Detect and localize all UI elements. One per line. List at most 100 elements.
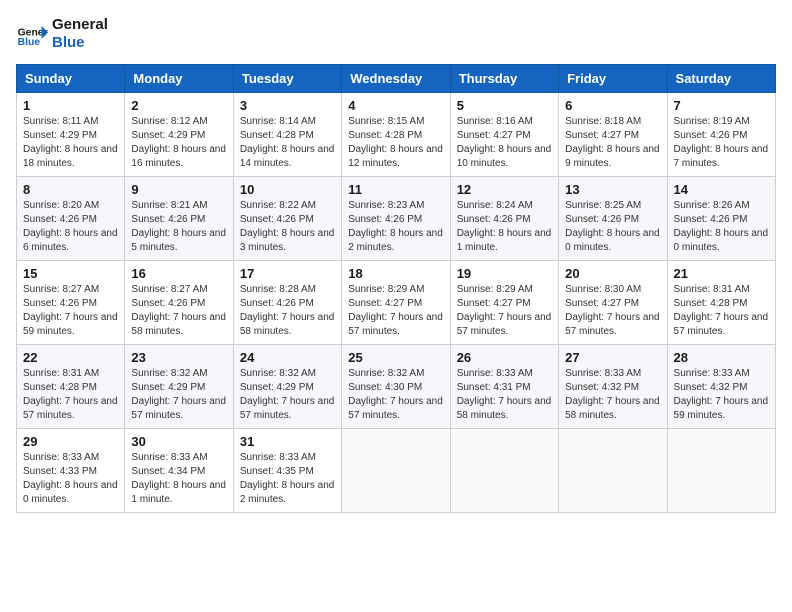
cell-text: Sunrise: 8:20 AMSunset: 4:26 PMDaylight:… [23,199,118,255]
calendar-cell: 9 Sunrise: 8:21 AMSunset: 4:26 PMDaylight… [125,177,233,261]
day-number: 10 [240,182,335,197]
calendar-cell: 3Sunrise: 8:14 AMSunset: 4:28 PMDaylight… [233,93,341,177]
day-number: 31 [240,434,335,449]
calendar-cell: 5 Sunrise: 8:16 AMSunset: 4:27 PMDaylight… [450,93,558,177]
day-number: 5 [457,98,552,113]
day-number: 30 [131,434,226,449]
day-number: 14 [674,182,769,197]
calendar-cell: 30 Sunrise: 8:33 AMSunset: 4:34 PMDayligh… [125,429,233,513]
cell-text: Sunrise: 8:33 AMSunset: 4:31 PMDaylight:… [457,367,552,423]
cell-text: Sunrise: 8:32 AMSunset: 4:30 PMDaylight:… [348,367,443,423]
logo-icon: General Blue [16,18,48,50]
calendar-cell: 19 Sunrise: 8:29 AMSunset: 4:27 PMDayligh… [450,261,558,345]
calendar-cell: 24Sunrise: 8:32 AMSunset: 4:29 PMDayligh… [233,345,341,429]
cell-text: Sunrise: 8:23 AMSunset: 4:26 PMDaylight:… [348,199,443,255]
calendar-cell: 23Sunrise: 8:32 AMSunset: 4:29 PMDayligh… [125,345,233,429]
calendar-week-4: 22 Sunrise: 8:31 AMSunset: 4:28 PMDayligh… [17,345,776,429]
cell-text: Sunrise: 8:31 AMSunset: 4:28 PMDaylight:… [23,367,118,423]
calendar-cell: 28 Sunrise: 8:33 AMSunset: 4:32 PMDayligh… [667,345,775,429]
logo: General Blue General Blue [16,16,108,52]
cell-text: Sunrise: 8:26 AMSunset: 4:26 PMDaylight:… [674,199,769,255]
day-number: 4 [348,98,443,113]
cell-text: Sunrise: 8:15 AMSunset: 4:28 PMDaylight:… [348,115,443,171]
cell-text: Sunrise: 8:33 AMSunset: 4:33 PMDaylight:… [23,451,118,507]
calendar-cell: 18 Sunrise: 8:29 AMSunset: 4:27 PMDayligh… [342,261,450,345]
day-number: 11 [348,182,443,197]
calendar-cell: 20 Sunrise: 8:30 AMSunset: 4:27 PMDayligh… [559,261,667,345]
day-number: 17 [240,266,335,281]
cell-text: Sunrise: 8:19 AMSunset: 4:26 PMDaylight:… [674,115,769,171]
calendar-cell: 16 Sunrise: 8:27 AMSunset: 4:26 PMDayligh… [125,261,233,345]
day-header-saturday: Saturday [667,65,775,93]
day-header-thursday: Thursday [450,65,558,93]
day-number: 2 [131,98,226,113]
cell-text: Sunrise: 8:21 AMSunset: 4:26 PMDaylight:… [131,199,226,255]
cell-text: Sunrise: 8:33 AMSunset: 4:35 PMDaylight:… [240,451,335,507]
calendar-cell [342,429,450,513]
calendar-cell [559,429,667,513]
logo-general: General [52,16,108,34]
calendar-cell: 11 Sunrise: 8:23 AMSunset: 4:26 PMDayligh… [342,177,450,261]
calendar-week-1: 1 Sunrise: 8:11 AMSunset: 4:29 PMDaylight… [17,93,776,177]
day-number: 7 [674,98,769,113]
calendar-week-3: 15 Sunrise: 8:27 AMSunset: 4:26 PMDayligh… [17,261,776,345]
day-number: 8 [23,182,118,197]
calendar-cell: 21Sunrise: 8:31 AMSunset: 4:28 PMDayligh… [667,261,775,345]
day-header-tuesday: Tuesday [233,65,341,93]
day-header-friday: Friday [559,65,667,93]
day-number: 25 [348,350,443,365]
day-number: 15 [23,266,118,281]
cell-text: Sunrise: 8:24 AMSunset: 4:26 PMDaylight:… [457,199,552,255]
cell-text: Sunrise: 8:32 AMSunset: 4:29 PMDaylight:… [131,367,226,423]
cell-text: Sunrise: 8:32 AMSunset: 4:29 PMDaylight:… [240,367,335,423]
cell-text: Sunrise: 8:33 AMSunset: 4:32 PMDaylight:… [565,367,660,423]
cell-text: Sunrise: 8:25 AMSunset: 4:26 PMDaylight:… [565,199,660,255]
calendar-cell [450,429,558,513]
cell-text: Sunrise: 8:33 AMSunset: 4:34 PMDaylight:… [131,451,226,507]
day-number: 19 [457,266,552,281]
day-number: 22 [23,350,118,365]
cell-text: Sunrise: 8:16 AMSunset: 4:27 PMDaylight:… [457,115,552,171]
cell-text: Sunrise: 8:29 AMSunset: 4:27 PMDaylight:… [348,283,443,339]
calendar-cell: 15Sunrise: 8:27 AMSunset: 4:26 PMDayligh… [17,261,125,345]
calendar-cell: 31 Sunrise: 8:33 AMSunset: 4:35 PMDayligh… [233,429,341,513]
day-header-wednesday: Wednesday [342,65,450,93]
day-number: 29 [23,434,118,449]
calendar-cell: 14 Sunrise: 8:26 AMSunset: 4:26 PMDayligh… [667,177,775,261]
day-number: 21 [674,266,769,281]
day-number: 26 [457,350,552,365]
calendar-table: SundayMondayTuesdayWednesdayThursdayFrid… [16,64,776,513]
day-number: 6 [565,98,660,113]
calendar-cell: 27 Sunrise: 8:33 AMSunset: 4:32 PMDayligh… [559,345,667,429]
calendar-cell: 8 Sunrise: 8:20 AMSunset: 4:26 PMDaylight… [17,177,125,261]
day-number: 28 [674,350,769,365]
cell-text: Sunrise: 8:14 AMSunset: 4:28 PMDaylight:… [240,115,335,171]
calendar-week-5: 29 Sunrise: 8:33 AMSunset: 4:33 PMDayligh… [17,429,776,513]
calendar-cell: 29 Sunrise: 8:33 AMSunset: 4:33 PMDayligh… [17,429,125,513]
calendar-cell: 1 Sunrise: 8:11 AMSunset: 4:29 PMDaylight… [17,93,125,177]
cell-text: Sunrise: 8:30 AMSunset: 4:27 PMDaylight:… [565,283,660,339]
day-header-monday: Monday [125,65,233,93]
cell-text: Sunrise: 8:27 AMSunset: 4:26 PMDaylight:… [131,283,226,339]
calendar-cell: 10 Sunrise: 8:22 AMSunset: 4:26 PMDayligh… [233,177,341,261]
cell-text: Sunrise: 8:11 AMSunset: 4:29 PMDaylight:… [23,115,118,171]
day-number: 18 [348,266,443,281]
day-number: 9 [131,182,226,197]
calendar-cell: 12Sunrise: 8:24 AMSunset: 4:26 PMDayligh… [450,177,558,261]
calendar-cell: 17Sunrise: 8:28 AMSunset: 4:26 PMDayligh… [233,261,341,345]
day-number: 20 [565,266,660,281]
cell-text: Sunrise: 8:29 AMSunset: 4:27 PMDaylight:… [457,283,552,339]
cell-text: Sunrise: 8:22 AMSunset: 4:26 PMDaylight:… [240,199,335,255]
day-number: 1 [23,98,118,113]
calendar-cell: 13 Sunrise: 8:25 AMSunset: 4:26 PMDayligh… [559,177,667,261]
calendar-cell: 6Sunrise: 8:18 AMSunset: 4:27 PMDaylight… [559,93,667,177]
svg-text:Blue: Blue [18,37,41,48]
day-number: 16 [131,266,226,281]
calendar-cell [667,429,775,513]
day-number: 27 [565,350,660,365]
calendar-cell: 2Sunrise: 8:12 AMSunset: 4:29 PMDaylight… [125,93,233,177]
day-number: 13 [565,182,660,197]
cell-text: Sunrise: 8:33 AMSunset: 4:32 PMDaylight:… [674,367,769,423]
calendar-header-row: SundayMondayTuesdayWednesdayThursdayFrid… [17,65,776,93]
calendar-body: 1 Sunrise: 8:11 AMSunset: 4:29 PMDaylight… [17,93,776,513]
